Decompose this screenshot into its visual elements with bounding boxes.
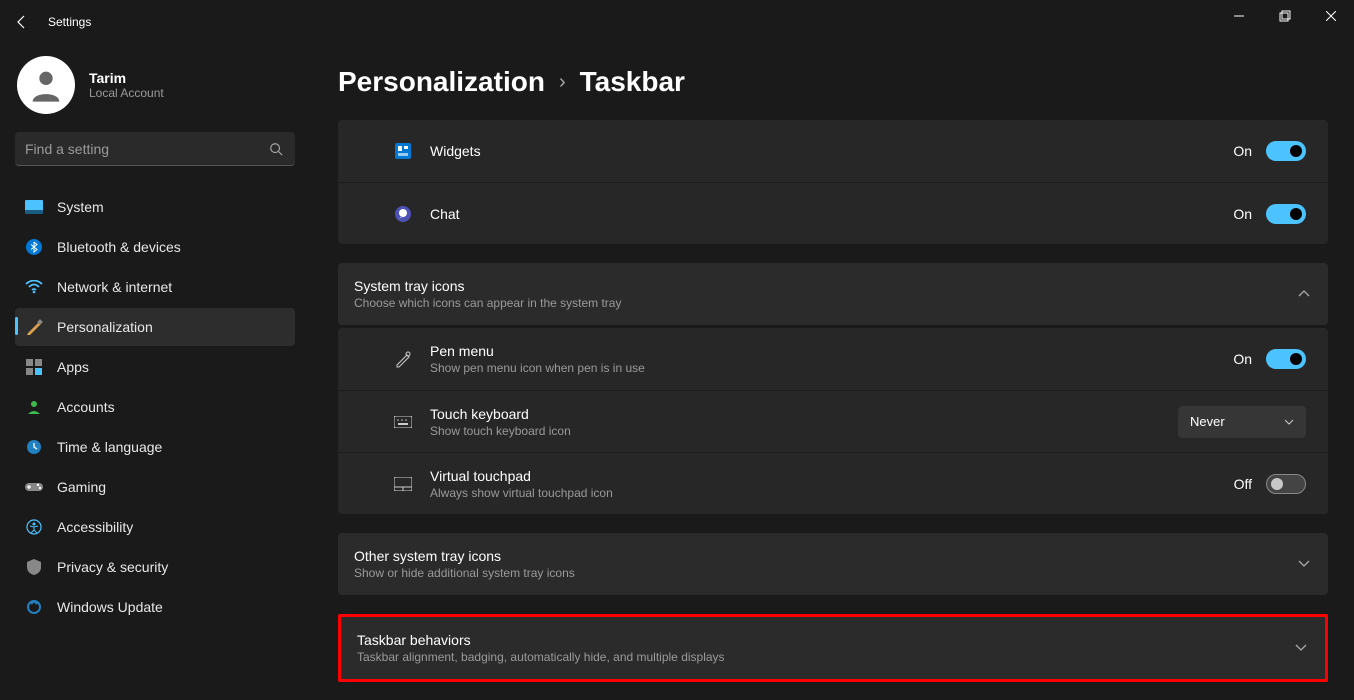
chat-toggle[interactable]: [1266, 204, 1306, 224]
nav-label: Time & language: [57, 439, 162, 455]
taskbar-behaviors-highlighted: Taskbar behaviors Taskbar alignment, bad…: [338, 614, 1328, 682]
sidebar-item-personalization[interactable]: Personalization: [15, 308, 295, 346]
search-input[interactable]: [25, 141, 285, 157]
user-profile[interactable]: Tarim Local Account: [15, 56, 300, 114]
close-button[interactable]: [1308, 0, 1354, 32]
widgets-icon: [394, 142, 412, 160]
chevron-down-icon: [1293, 640, 1309, 656]
chat-icon: [394, 205, 412, 223]
pen-icon: [394, 350, 412, 368]
sidebar-item-apps[interactable]: Apps: [15, 348, 295, 386]
toggle-state: Off: [1234, 476, 1252, 492]
breadcrumb: Personalization › Taskbar: [338, 66, 1328, 98]
user-name: Tarim: [89, 70, 164, 86]
nav-label: Accessibility: [57, 519, 133, 535]
sidebar-item-accessibility[interactable]: Accessibility: [15, 508, 295, 546]
wifi-icon: [25, 278, 43, 296]
pen-menu-toggle[interactable]: [1266, 349, 1306, 369]
row-desc: Always show virtual touchpad icon: [430, 486, 1234, 500]
sidebar-item-bluetooth[interactable]: Bluetooth & devices: [15, 228, 295, 266]
section-title: Other system tray icons: [354, 548, 1296, 564]
apps-icon: [25, 358, 43, 376]
section-title: System tray icons: [354, 278, 1296, 294]
nav-label: System: [57, 199, 104, 215]
nav-label: Personalization: [57, 319, 153, 335]
row-label: Touch keyboard: [430, 406, 1178, 422]
nav-label: Privacy & security: [57, 559, 168, 575]
section-desc: Choose which icons can appear in the sys…: [354, 296, 1296, 310]
accessibility-icon: [25, 518, 43, 536]
avatar: [17, 56, 75, 114]
system-tray-expander[interactable]: System tray icons Choose which icons can…: [338, 263, 1328, 325]
paint-icon: [25, 318, 43, 336]
other-tray-expander[interactable]: Other system tray icons Show or hide add…: [338, 533, 1328, 595]
chevron-down-icon: [1284, 419, 1294, 425]
system-icon: [25, 198, 43, 216]
touchpad-icon: [394, 475, 412, 493]
sidebar-item-accounts[interactable]: Accounts: [15, 388, 295, 426]
nav-label: Network & internet: [57, 279, 172, 295]
gaming-icon: [25, 478, 43, 496]
breadcrumb-current: Taskbar: [580, 66, 685, 98]
maximize-button[interactable]: [1262, 0, 1308, 32]
nav-label: Accounts: [57, 399, 115, 415]
touch-keyboard-row[interactable]: Touch keyboard Show touch keyboard icon …: [338, 390, 1328, 452]
update-icon: [25, 598, 43, 616]
keyboard-icon: [394, 413, 412, 431]
section-desc: Taskbar alignment, badging, automaticall…: [357, 650, 1293, 664]
row-label: Pen menu: [430, 343, 1233, 359]
taskbar-item-chat[interactable]: Chat On: [338, 182, 1328, 244]
toggle-state: On: [1233, 206, 1252, 222]
bluetooth-icon: [25, 238, 43, 256]
nav-label: Windows Update: [57, 599, 163, 615]
search-input-container[interactable]: [15, 132, 295, 166]
chevron-up-icon: [1296, 286, 1312, 302]
minimize-button[interactable]: [1216, 0, 1262, 32]
toggle-state: On: [1233, 351, 1252, 367]
nav-label: Bluetooth & devices: [57, 239, 181, 255]
sidebar-item-system[interactable]: System: [15, 188, 295, 226]
touch-keyboard-combo[interactable]: Never: [1178, 406, 1306, 438]
breadcrumb-parent[interactable]: Personalization: [338, 66, 545, 98]
pen-menu-row[interactable]: Pen menu Show pen menu icon when pen is …: [338, 328, 1328, 390]
sidebar-item-network[interactable]: Network & internet: [15, 268, 295, 306]
nav-label: Gaming: [57, 479, 106, 495]
row-label: Widgets: [430, 143, 1233, 159]
row-desc: Show touch keyboard icon: [430, 424, 1178, 438]
widgets-toggle[interactable]: [1266, 141, 1306, 161]
taskbar-item-widgets[interactable]: Widgets On: [338, 120, 1328, 182]
row-desc: Show pen menu icon when pen is in use: [430, 361, 1233, 375]
sidebar-item-gaming[interactable]: Gaming: [15, 468, 295, 506]
back-button[interactable]: [12, 12, 32, 32]
chevron-right-icon: ›: [559, 71, 566, 94]
sidebar-item-time[interactable]: Time & language: [15, 428, 295, 466]
sidebar-item-update[interactable]: Windows Update: [15, 588, 295, 626]
virtual-touchpad-toggle[interactable]: [1266, 474, 1306, 494]
nav-label: Apps: [57, 359, 89, 375]
clock-icon: [25, 438, 43, 456]
sidebar-item-privacy[interactable]: Privacy & security: [15, 548, 295, 586]
combo-value: Never: [1190, 414, 1225, 429]
user-account-type: Local Account: [89, 86, 164, 100]
accounts-icon: [25, 398, 43, 416]
shield-icon: [25, 558, 43, 576]
chevron-down-icon: [1296, 556, 1312, 572]
virtual-touchpad-row[interactable]: Virtual touchpad Always show virtual tou…: [338, 452, 1328, 514]
row-label: Virtual touchpad: [430, 468, 1234, 484]
section-desc: Show or hide additional system tray icon…: [354, 566, 1296, 580]
taskbar-behaviors-expander[interactable]: Taskbar behaviors Taskbar alignment, bad…: [341, 617, 1325, 679]
section-title: Taskbar behaviors: [357, 632, 1293, 648]
sidebar: Tarim Local Account System Bluetooth & d…: [0, 44, 300, 700]
row-label: Chat: [430, 206, 1233, 222]
toggle-state: On: [1233, 143, 1252, 159]
main-content: Personalization › Taskbar Widgets On Cha…: [300, 44, 1354, 700]
search-icon: [269, 142, 283, 156]
app-title: Settings: [48, 15, 91, 29]
